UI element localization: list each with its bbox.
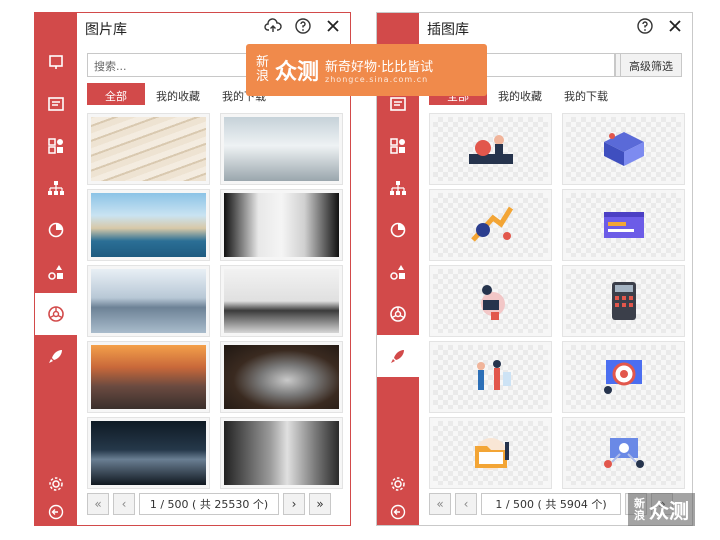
last-page-button[interactable]: » xyxy=(309,493,331,515)
watermark-text: 新奇好物·比比皆试 zhongce.sina.com.cn xyxy=(325,56,433,84)
rocket-icon xyxy=(391,350,404,363)
illustration-thumb-people-chart[interactable] xyxy=(429,341,552,413)
photo-thumb-window-people[interactable] xyxy=(220,417,343,489)
photo-thumb-skyline[interactable] xyxy=(87,265,210,337)
panel-title: 图片库 xyxy=(85,22,127,38)
watermark-brand-bottom: 浪 xyxy=(256,69,270,84)
photo-thumb-coastline-city[interactable] xyxy=(87,189,210,261)
header-actions xyxy=(636,17,684,35)
tab-downloads[interactable]: 我的下载 xyxy=(553,83,619,105)
collapse-button[interactable] xyxy=(377,491,419,533)
photo-thumb-documents[interactable] xyxy=(87,113,210,185)
rocket-icon xyxy=(49,350,62,363)
help-icon[interactable] xyxy=(636,17,654,35)
aperture-icon xyxy=(48,306,64,322)
photo-grid xyxy=(87,113,343,489)
icon-library-icon xyxy=(390,265,405,280)
sidebar-item-photos[interactable] xyxy=(35,293,77,335)
search-placeholder: 搜索... xyxy=(94,60,127,73)
sidebar-item-shapes[interactable] xyxy=(35,125,77,167)
sidebar-item-diagram[interactable] xyxy=(35,167,77,209)
watermark-slogan: 新奇好物·比比皆试 xyxy=(325,60,434,75)
corner-watermark: 新 浪 众测 xyxy=(628,493,695,526)
icon-library-icon xyxy=(48,265,63,280)
watermark-logo: 众测 xyxy=(275,60,320,85)
help-icon[interactable] xyxy=(294,17,312,35)
sidebar-item-animation[interactable] xyxy=(35,335,77,377)
watermark-url: zhongce.sina.com.cn xyxy=(325,75,429,84)
panel-title: 插图库 xyxy=(427,22,469,38)
illustration-thumb-calculator[interactable] xyxy=(562,265,685,337)
sidebar-item-text[interactable] xyxy=(35,83,77,125)
illustration-thumb-laptop-worker[interactable] xyxy=(429,265,552,337)
watermark-brand: 新 浪 xyxy=(256,56,269,84)
prev-page-button[interactable]: ‹ xyxy=(455,493,477,515)
tab-favorites[interactable]: 我的收藏 xyxy=(487,83,553,105)
sidebar-item-icons[interactable] xyxy=(377,251,419,293)
close-icon[interactable] xyxy=(324,17,342,35)
next-page-button[interactable]: › xyxy=(283,493,305,515)
tab-favorites[interactable]: 我的收藏 xyxy=(145,83,211,105)
pie-chart-icon xyxy=(48,222,64,238)
illustration-grid xyxy=(429,113,685,489)
header-actions xyxy=(264,17,342,35)
pie-chart-icon xyxy=(390,222,406,238)
illustration-thumb-browser[interactable] xyxy=(562,189,685,261)
back-arrow-icon xyxy=(48,504,64,520)
aperture-icon xyxy=(390,306,406,322)
photo-thumb-sunset-city[interactable] xyxy=(87,341,210,413)
illustration-thumb-team[interactable] xyxy=(429,113,552,185)
sidebar-item-icons[interactable] xyxy=(35,251,77,293)
first-page-button[interactable]: « xyxy=(429,493,451,515)
text-box-icon xyxy=(48,97,64,111)
shapes-icon xyxy=(390,138,405,154)
illustration-thumb-growth[interactable] xyxy=(429,189,552,261)
illustration-thumb-network[interactable] xyxy=(562,417,685,489)
sidebar-item-illustrations[interactable] xyxy=(377,335,419,377)
collapse-button[interactable] xyxy=(35,491,77,533)
photo-thumb-laptop[interactable] xyxy=(220,341,343,413)
shapes-icon xyxy=(48,138,63,154)
tab-all[interactable]: 全部 xyxy=(87,83,145,105)
upload-cloud-icon[interactable] xyxy=(264,17,282,35)
illustration-thumb-folder[interactable] xyxy=(429,417,552,489)
page-indicator: 1 / 500 ( 共 5904 个) xyxy=(481,493,621,515)
close-icon[interactable] xyxy=(666,17,684,35)
sidebar-item-chart[interactable] xyxy=(35,209,77,251)
watermark-brand-top: 新 xyxy=(256,55,270,70)
watermark-banner: 新 浪 众测 新奇好物·比比皆试 zhongce.sina.com.cn xyxy=(246,44,487,96)
photo-thumb-night-city[interactable] xyxy=(87,417,210,489)
page-indicator: 1 / 500 ( 共 25530 个) xyxy=(139,493,279,515)
left-sidebar xyxy=(35,13,77,525)
sidebar-item-shapes[interactable] xyxy=(377,125,419,167)
text-box-icon xyxy=(390,97,406,111)
advanced-filter-button[interactable]: 高级筛选 xyxy=(620,53,682,77)
prev-page-button[interactable]: ‹ xyxy=(113,493,135,515)
corner-watermark-bottom: 浪 xyxy=(634,508,645,522)
slide-icon xyxy=(49,55,63,69)
pagination: « ‹ 1 / 500 ( 共 25530 个) › » xyxy=(87,493,331,515)
corner-watermark-logo: 众测 xyxy=(649,499,689,523)
sidebar-item-photos[interactable] xyxy=(377,293,419,335)
photo-thumb-meeting-room[interactable] xyxy=(220,265,343,337)
sidebar-item-diagram[interactable] xyxy=(377,167,419,209)
photo-thumb-silhouettes[interactable] xyxy=(220,189,343,261)
illustration-thumb-isometric[interactable] xyxy=(562,113,685,185)
org-chart-icon xyxy=(48,181,64,195)
illustration-thumb-target[interactable] xyxy=(562,341,685,413)
sidebar-item-slides[interactable] xyxy=(35,41,77,83)
first-page-button[interactable]: « xyxy=(87,493,109,515)
sidebar-item-chart[interactable] xyxy=(377,209,419,251)
back-arrow-icon xyxy=(390,504,406,520)
corner-watermark-top: 新 xyxy=(634,496,645,510)
corner-watermark-brand: 新 浪 xyxy=(634,496,645,522)
photo-thumb-office-interior[interactable] xyxy=(220,113,343,185)
org-chart-icon xyxy=(390,181,406,195)
